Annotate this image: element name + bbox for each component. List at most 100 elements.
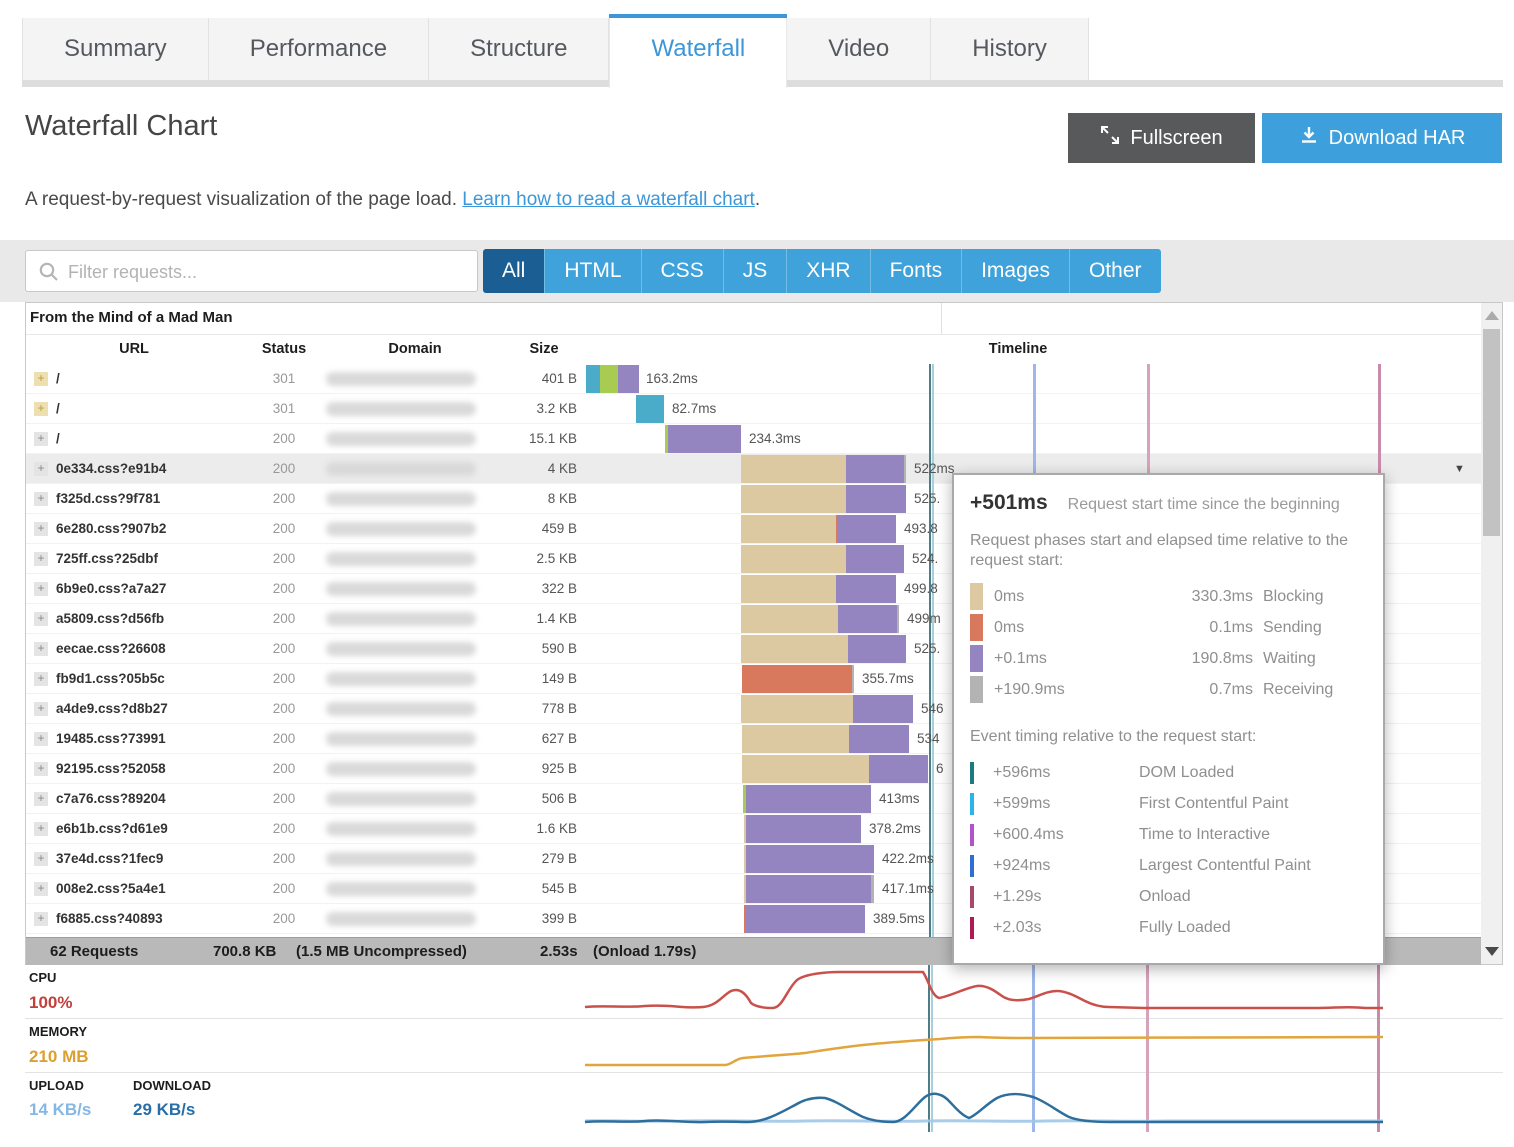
expand-request-icon[interactable]: + [34,372,48,386]
memory-line [585,1037,1383,1065]
tooltip-phase-row: 0ms0.1msSending [970,612,1367,643]
request-status: 200 [244,671,324,686]
request-url: e6b1b.css?d61e9 [56,821,168,836]
scrollbar[interactable] [1481,303,1502,964]
request-url: 92195.css?52058 [56,761,166,776]
tab-waterfall[interactable]: Waterfall [609,18,787,88]
request-status: 200 [244,911,324,926]
expand-request-icon[interactable]: + [34,792,48,806]
filter-button-css[interactable]: CSS [642,249,724,293]
request-size: 8 KB [457,491,577,506]
request-url: f325d.css?9f781 [56,491,160,506]
tooltip-event-row: +596msDOM Loaded [970,757,1367,788]
request-domain-redacted [326,672,476,686]
footer-time: 2.53s [540,943,578,960]
download-har-button[interactable]: Download HAR [1262,113,1502,163]
expand-request-icon[interactable]: + [34,642,48,656]
timeline-duration-label: 413ms [879,791,920,806]
footer-requests: 62 Requests [50,943,138,960]
timeline-duration-label: 417.1ms [882,881,934,896]
tab-structure[interactable]: Structure [429,18,609,80]
request-url: 725ff.css?25dbf [56,551,158,566]
expand-request-icon[interactable]: + [34,612,48,626]
footer-time-note: (Onload 1.79s) [593,943,696,960]
expand-request-icon[interactable]: + [34,702,48,716]
expand-request-icon[interactable]: + [34,552,48,566]
filter-button-js[interactable]: JS [724,249,788,293]
expand-request-icon[interactable]: + [34,402,48,416]
footer-size-note: (1.5 MB Uncompressed) [296,943,467,960]
scrollbar-thumb[interactable] [1483,329,1500,536]
request-url: fb9d1.css?05b5c [56,671,165,686]
scrollbar-down-arrow[interactable] [1485,947,1499,956]
expand-request-icon[interactable]: + [34,732,48,746]
expand-request-icon[interactable]: + [34,432,48,446]
tab-performance[interactable]: Performance [209,18,429,80]
request-domain-redacted [326,612,476,626]
timeline-duration-label: 493.8 [904,521,938,536]
request-size: 627 B [457,731,577,746]
timeline-duration-label: 82.7ms [672,401,716,416]
filter-requests-input[interactable] [66,251,470,293]
request-domain-redacted [326,882,476,896]
request-status: 200 [244,791,324,806]
request-domain-redacted [326,702,476,716]
tab-history[interactable]: History [931,18,1089,80]
expand-request-icon[interactable]: + [34,462,48,476]
expand-request-icon[interactable]: + [34,522,48,536]
expand-request-icon[interactable]: + [34,852,48,866]
tab-summary[interactable]: Summary [22,18,209,80]
phase-color-swatch [970,614,983,641]
event-time: +1.29s [993,888,1121,906]
event-name: Onload [1139,888,1367,906]
tooltip-phase-row: +0.1ms190.8msWaiting [970,643,1367,674]
filter-button-all[interactable]: All [483,249,545,293]
timeline-duration-label: 234.3ms [749,431,801,446]
request-status: 200 [244,881,324,896]
request-domain-redacted [326,432,476,446]
request-domain-redacted [326,912,476,926]
waterfall-help-link[interactable]: Learn how to read a waterfall chart [462,189,755,210]
timeline-bar-waiting [746,785,871,813]
phase-color-swatch [970,676,983,703]
section-header: From the Mind of a Mad Man [26,303,1481,335]
expand-request-icon[interactable]: + [34,822,48,836]
table-row[interactable]: +/20015.1 KB234.3ms [26,424,1481,454]
timeline-bar-receiving [871,875,874,903]
fullscreen-label: Fullscreen [1130,127,1222,150]
tab-video[interactable]: Video [787,18,931,80]
request-domain-redacted [326,462,476,476]
filter-button-fonts[interactable]: Fonts [871,249,963,293]
expand-request-icon[interactable]: + [34,762,48,776]
expand-request-icon[interactable]: + [34,882,48,896]
tooltip-event-row: +600.4msTime to Interactive [970,819,1367,850]
request-url: c7a76.css?89204 [56,791,166,806]
phase-name: Waiting [1263,650,1367,668]
request-url: 008e2.css?5a4e1 [56,881,166,896]
filter-button-other[interactable]: Other [1070,249,1161,293]
phase-start: +190.9ms [994,681,1072,699]
request-size: 3.2 KB [457,401,577,416]
fullscreen-button[interactable]: Fullscreen [1068,113,1255,163]
timeline-bar-waiting [836,575,896,603]
filter-button-html[interactable]: HTML [545,249,641,293]
request-domain-redacted [326,582,476,596]
filter-button-images[interactable]: Images [962,249,1070,293]
timeline-bar-blocking [741,635,848,663]
event-name: First Contentful Paint [1139,795,1367,813]
expand-request-icon[interactable]: + [34,912,48,926]
table-row[interactable]: +/301401 B163.2ms [26,364,1481,394]
filter-button-xhr[interactable]: XHR [787,249,870,293]
table-row[interactable]: +/3013.2 KB82.7ms [26,394,1481,424]
event-color-tick [970,855,974,877]
expand-request-icon[interactable]: + [34,582,48,596]
row-options-caret[interactable]: ▼ [1454,463,1465,475]
request-size: 590 B [457,641,577,656]
request-tooltip: +501ms Request start time since the begi… [952,473,1385,965]
phase-duration: 190.8ms [1082,650,1253,668]
request-domain-redacted [326,732,476,746]
expand-request-icon[interactable]: + [34,492,48,506]
expand-request-icon[interactable]: + [34,672,48,686]
request-status: 200 [244,431,324,446]
scrollbar-up-arrow[interactable] [1485,311,1499,320]
